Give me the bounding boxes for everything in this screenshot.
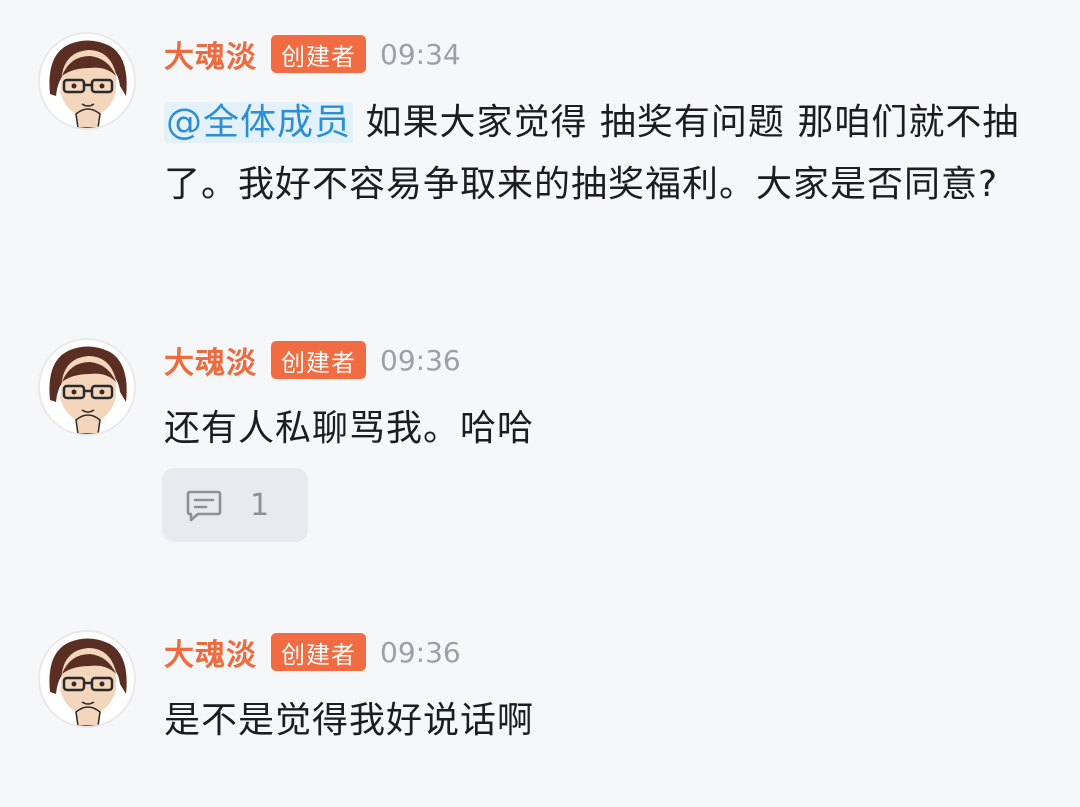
- reply-count: 1: [250, 487, 270, 523]
- avatar[interactable]: [40, 632, 134, 726]
- sender-name[interactable]: 大魂淡: [164, 338, 257, 382]
- avatar-image: [40, 340, 134, 434]
- message-header: 大魂淡 创建者 09:34: [164, 32, 461, 76]
- thread-replies-button[interactable]: 1: [162, 468, 308, 542]
- message-time: 09:34: [380, 37, 461, 71]
- creator-badge: 创建者: [271, 35, 366, 73]
- message-text: @全体成员 如果大家觉得 抽奖有问题 那咱们就不抽了。我好不容易争取来的抽奖福利…: [164, 92, 1044, 216]
- avatar[interactable]: [40, 340, 134, 434]
- sender-name[interactable]: 大魂淡: [164, 630, 257, 674]
- message-time: 09:36: [380, 635, 461, 669]
- creator-badge: 创建者: [271, 633, 366, 671]
- avatar-image: [40, 34, 134, 128]
- message-text: 是不是觉得我好说话啊: [164, 700, 535, 741]
- sender-name[interactable]: 大魂淡: [164, 32, 257, 76]
- avatar[interactable]: [40, 34, 134, 128]
- message-text: 还有人私聊骂我。哈哈: [164, 408, 535, 449]
- comment-icon: [186, 490, 222, 522]
- avatar-image: [40, 632, 134, 726]
- message-time: 09:36: [380, 343, 461, 377]
- mention-all-members[interactable]: @全体成员: [164, 102, 354, 143]
- message-header: 大魂淡 创建者 09:36: [164, 630, 461, 674]
- creator-badge: 创建者: [271, 341, 366, 379]
- message-header: 大魂淡 创建者 09:36: [164, 338, 461, 382]
